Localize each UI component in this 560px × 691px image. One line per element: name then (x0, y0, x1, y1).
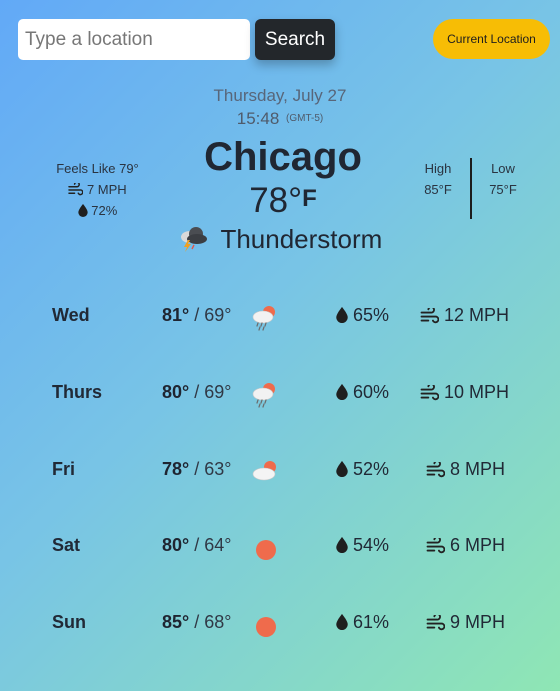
forecast-high: 85° (162, 612, 190, 632)
forecast-humidity-value: 52% (353, 459, 390, 479)
temperature-value: 78° (249, 181, 303, 220)
forecast-day: Thurs (52, 382, 103, 402)
forecast-humidity-value: 61% (353, 612, 390, 632)
droplet-icon (336, 461, 348, 477)
forecast-day: Fri (52, 459, 76, 479)
forecast-temps: 80° / 64° (162, 535, 231, 556)
forecast-high: 80° (162, 382, 190, 402)
forecast-low: / 69° (194, 382, 232, 402)
forecast-wind-value: 6 MPH (450, 535, 506, 555)
forecast-wind: 6 MPH (426, 535, 505, 556)
forecast-day: Wed (52, 305, 90, 325)
partly-cloudy-icon (252, 461, 276, 481)
forecast-wind-value: 9 MPH (450, 612, 506, 632)
forecast-low: / 69° (194, 305, 232, 325)
forecast-row: Sun 85° / 68° 61% 9 MPH (52, 604, 532, 644)
search-bar: Search Current Location (18, 19, 550, 61)
high-low-divider (470, 158, 472, 219)
forecast-high: 81° (162, 305, 190, 325)
forecast-row: Thurs 80° / 69° 60% 10 MPH (52, 374, 532, 414)
temperature-unit: F (302, 185, 317, 212)
forecast-temps: 78° / 63° (162, 459, 231, 480)
forecast-wind-value: 12 MPH (444, 305, 510, 325)
forecast-high: 78° (162, 459, 190, 479)
forecast-row: Sat 80° / 64° 54% 6 MPH (52, 527, 532, 567)
forecast-humidity: 65% (336, 305, 389, 326)
forecast-row: Fri 78° / 63° 52% 8 MPH (52, 451, 532, 491)
rain-sun-cloud-icon (252, 306, 275, 331)
wind-icon (420, 383, 440, 401)
rain-sun-cloud-icon (252, 383, 275, 408)
location-search-input[interactable] (18, 19, 250, 60)
high-value: 85°F (424, 182, 452, 197)
forecast-humidity: 52% (336, 459, 389, 480)
thunderstorm-icon (180, 227, 207, 252)
forecast-humidity: 54% (336, 535, 389, 556)
forecast-wind: 10 MPH (420, 382, 509, 403)
current-condition: Thunderstorm (0, 224, 560, 255)
forecast-temps: 85° / 68° (162, 612, 231, 633)
forecast-humidity-value: 54% (353, 535, 390, 555)
wind-icon (426, 613, 446, 631)
sun-icon (256, 540, 276, 560)
forecast-high: 80° (162, 535, 190, 555)
low-label: Low (491, 161, 515, 176)
current-location-button[interactable]: Current Location (433, 19, 550, 59)
sun-icon (256, 617, 276, 637)
wind-icon (420, 306, 440, 324)
forecast-low: / 64° (194, 535, 232, 555)
forecast-day: Sun (52, 612, 86, 632)
low-value: 75°F (489, 182, 517, 197)
forecast-humidity: 61% (336, 612, 389, 633)
timezone-label: (GMT-5) (286, 113, 324, 124)
droplet-icon (336, 537, 348, 553)
high-low-panel: High 85°F Low 75°F (409, 158, 532, 220)
search-button[interactable]: Search (255, 19, 335, 60)
forecast-low: / 63° (194, 459, 232, 479)
high-temp: High 85°F (409, 158, 467, 200)
forecast-humidity-value: 60% (353, 382, 390, 402)
condition-label: Thunderstorm (220, 224, 383, 254)
current-date: Thursday, July 27 (213, 86, 347, 105)
current-time: 15:48 (GMT-5) (0, 109, 560, 129)
forecast-wind: 9 MPH (426, 612, 505, 633)
droplet-icon (336, 384, 348, 400)
low-temp: Low 75°F (474, 158, 532, 200)
forecast-temps: 80° / 69° (162, 382, 231, 403)
forecast-wind: 8 MPH (426, 459, 505, 480)
forecast-wind-value: 8 MPH (450, 459, 506, 479)
forecast-humidity: 60% (336, 382, 389, 403)
wind-icon (426, 460, 446, 478)
forecast-wind: 12 MPH (420, 305, 509, 326)
time-value: 15:48 (236, 109, 280, 128)
droplet-icon (336, 614, 348, 630)
forecast-day: Sat (52, 535, 81, 555)
forecast-row: Wed 81° / 69° 65% 12 MPH (52, 297, 532, 337)
droplet-icon (336, 307, 348, 323)
forecast-temps: 81° / 69° (162, 305, 231, 326)
wind-icon (426, 536, 446, 554)
forecast-wind-value: 10 MPH (444, 382, 510, 402)
high-label: High (424, 161, 452, 176)
forecast-humidity-value: 65% (353, 305, 390, 325)
forecast-low: / 68° (194, 612, 232, 632)
